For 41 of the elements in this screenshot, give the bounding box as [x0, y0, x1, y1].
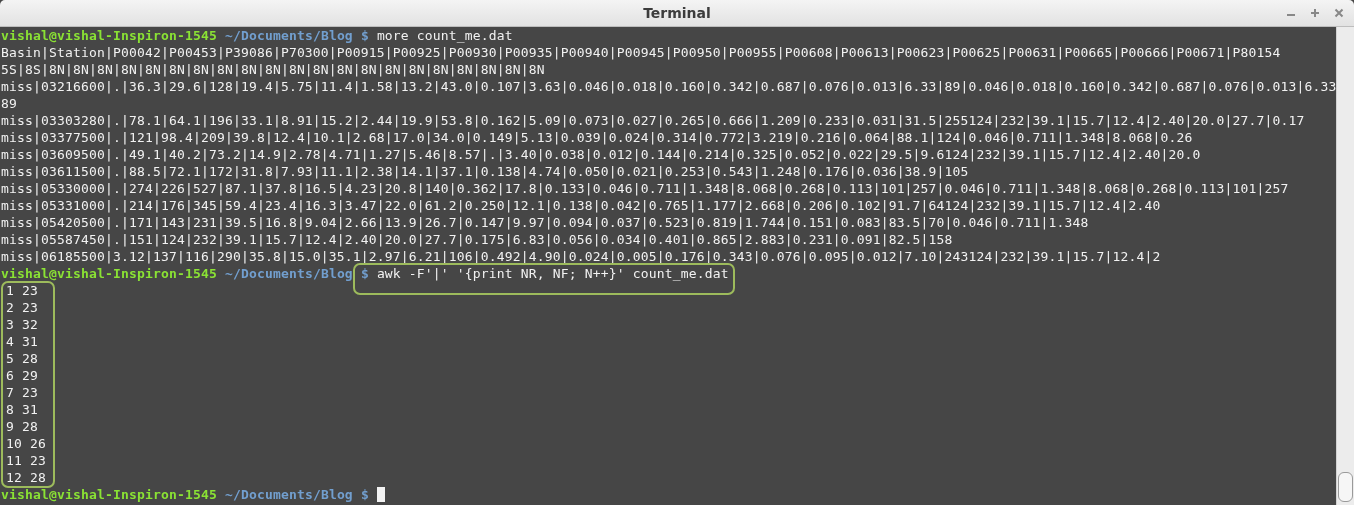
output-line: 2 23: [6, 299, 39, 316]
output-line: miss|03303280|.|78.1|64.1|196|33.1|8.91|15.2|2.44|19.9|53.8|0.162|5.09|0.073|0.027|0.265|0.666|1.209|0.233|0.031|31.5|255124|232|39.1|15.7|12.4|2.40|20.0|27.7|0.17: [1, 112, 1306, 129]
output-line: 8 31: [6, 401, 39, 418]
maximize-icon: [1310, 8, 1320, 18]
output-line: 11 23: [6, 452, 47, 469]
output-line: 12 28: [6, 469, 47, 486]
prompt-path: ~/Documents/Blog: [224, 28, 353, 43]
output-line: 5S|8S|8N|8N|8N|8N|8N|8N|8N|8N|8N|8N|8N|8N|8N|8N|8N|8N|8N|8N|8N|8N|8N: [1, 61, 546, 78]
output-line: 9 28: [6, 418, 39, 435]
output-line: miss|05331000|.|214|176|345|59.4|23.4|16.3|3.47|22.0|61.2|0.250|12.1|0.138|0.042|0.765|1.177|2.668|0.206|0.102|91.7|64124|232|39.1|15.7|12.4|2.40: [1, 197, 1162, 214]
command-text: more count_me.dat: [376, 28, 513, 43]
output-line: 4 31: [6, 333, 39, 350]
output-line: Basin|Station|P00042|P00453|P39086|P70300|P00915|P00925|P00930|P00935|P00940|P00945|P00950|P00955|P00608|P00613|P00623|P00625|P00631|P00665|P00666|P00671|P80154: [1, 44, 1282, 61]
output-line: miss|03611500|.|88.5|72.1|172|31.8|7.93|11.1|2.38|14.1|37.1|0.138|4.74|0.050|0.021|0.253|0.543|1.248|0.176|0.036|38.9|105: [1, 163, 970, 180]
prompt-user-host: vishal@vishal-Inspiron-1545: [1, 266, 217, 281]
prompt-symbol: $: [360, 266, 369, 281]
prompt-path: ~/Documents/Blog: [224, 487, 353, 502]
output-line: 10 26: [6, 435, 47, 452]
scrollbar-thumb[interactable]: [1338, 472, 1353, 502]
output-line: miss|03609500|.|49.1|40.2|73.2|14.9|2.78|4.71|1.27|5.46|8.57|.|3.40|0.038|0.012|0.144|0.214|0.325|0.052|0.022|29.5|9.6124|232|39.1|15.7|12.4|2.40|20.0: [1, 146, 1202, 163]
output-line: miss|05330000|.|274|226|527|87.1|37.8|16.5|4.23|20.8|140|0.362|17.8|0.133|0.046|0.711|1.348|8.068|0.268|0.113|101|257|0.046|0.711|1.348|8.068|0.268|0.113|101|257: [1, 180, 1290, 197]
command-text: awk -F'|' '{print NR, NF; N++}' count_me.dat: [376, 266, 729, 281]
scrollbar[interactable]: [1336, 27, 1354, 505]
prompt-user-host: vishal@vishal-Inspiron-1545: [1, 28, 217, 43]
output-line: miss|03216600|.|36.3|29.6|128|19.4|5.75|11.4|1.58|13.2|43.0|0.107|3.63|0.046|0.018|0.160|0.342|0.687|0.076|0.013|6.33|89|0.046|0.018|0.160|0.342|0.687|0.076|0.013|6.33: [1, 78, 1336, 95]
output-line: 6 29: [6, 367, 39, 384]
close-icon: [1334, 8, 1344, 18]
prompt-path: ~/Documents/Blog: [224, 266, 353, 281]
prompt-user-host: vishal@vishal-Inspiron-1545: [1, 487, 217, 502]
window-title: Terminal: [643, 5, 711, 21]
output-line: miss|06185500|3.12|137|116|290|35.8|15.0|35.1|2.97|6.21|106|0.492|4.90|0.024|0.005|0.176|0.343|0.076|0.095|0.012|7.10|243124|232|39.1|15.7|12.4|2: [1, 248, 1162, 265]
output-line: 1 23: [6, 282, 39, 299]
output-line: miss|03377500|.|121|98.4|209|39.8|12.4|10.1|2.68|17.0|34.0|0.149|5.13|0.039|0.024|0.314|0.772|3.219|0.216|0.064|88.1|124|0.046|0.711|1.348|8.068|0.26: [1, 129, 1194, 146]
output-line: 7 23: [6, 384, 39, 401]
output-line: 3 32: [6, 316, 39, 333]
output-line: 89: [1, 95, 18, 112]
output-line: miss|05420500|.|171|143|231|39.5|16.8|9.04|2.66|13.9|26.7|0.147|9.97|0.094|0.037|0.523|0.819|1.744|0.151|0.083|83.5|70|0.046|0.711|1.348: [1, 214, 1090, 231]
output-line: miss|05587450|.|151|124|232|39.1|15.7|12.4|2.40|20.0|27.7|0.175|6.83|0.056|0.034|0.401|0.865|2.883|0.231|0.091|82.5|158: [1, 231, 954, 248]
prompt-symbol: $: [360, 487, 369, 502]
output-line: 5 28: [6, 350, 39, 367]
prompt-symbol: $: [360, 28, 369, 43]
